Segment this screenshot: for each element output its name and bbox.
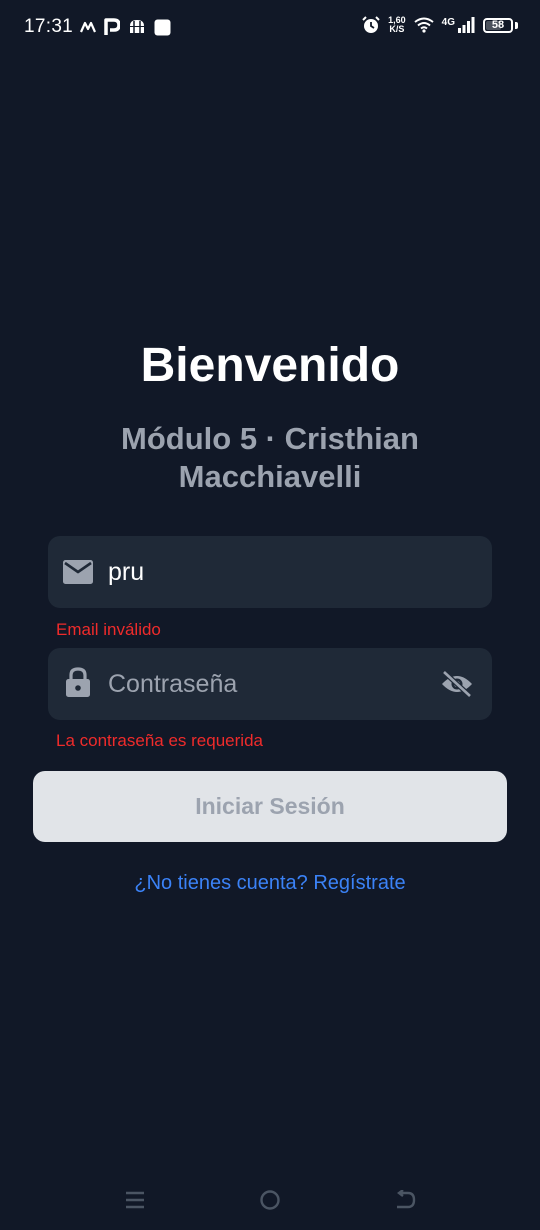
status-bar: 17:31 1,60 K/S 4G 58 (0, 0, 540, 56)
p-app-icon (104, 18, 120, 35)
mail-icon (63, 560, 93, 584)
navigation-bar (0, 1180, 540, 1220)
password-placeholder: Contraseña (108, 670, 238, 698)
email-value: pru (108, 558, 145, 586)
battery-tip (515, 21, 518, 29)
email-field[interactable]: pru (48, 536, 492, 608)
wifi-icon (414, 17, 434, 33)
email-error: Email inválido (56, 620, 161, 639)
eye-off-icon[interactable] (440, 670, 474, 698)
register-link[interactable]: ¿No tienes cuenta? Regístrate (0, 872, 540, 895)
password-field[interactable]: Contraseña (48, 648, 492, 720)
password-error: La contraseña es requerida (56, 731, 263, 750)
signal-icon (458, 17, 475, 33)
net-speed-unit: K/S (389, 24, 405, 34)
notification-icon (80, 21, 96, 33)
page-subtitle: Módulo 5 · Cristhian Macchiavelli (121, 421, 419, 494)
network-type: 4G (441, 16, 455, 28)
home-icon[interactable] (250, 1180, 290, 1220)
battery-icon: 58 (483, 17, 513, 33)
status-system-icons: 1,60 K/S 4G 58 (362, 16, 518, 34)
battery-percentage: 58 (491, 18, 505, 31)
lock-icon (66, 667, 90, 697)
menu-icon[interactable] (115, 1180, 155, 1220)
alarm-icon (362, 16, 380, 33)
status-notifications (80, 18, 171, 36)
back-icon[interactable] (385, 1180, 425, 1220)
login-screen: 17:31 1,60 K/S 4G 58 Bienvenido Módulo 5… (0, 0, 540, 1230)
net-speed: 1,60 K/S (388, 16, 406, 34)
store-icon (130, 20, 144, 33)
status-time: 17:31 (24, 16, 74, 37)
page-title: Bienvenido (140, 339, 400, 392)
square-app-icon (154, 19, 171, 35)
login-button[interactable]: Iniciar Sesión (33, 771, 507, 842)
